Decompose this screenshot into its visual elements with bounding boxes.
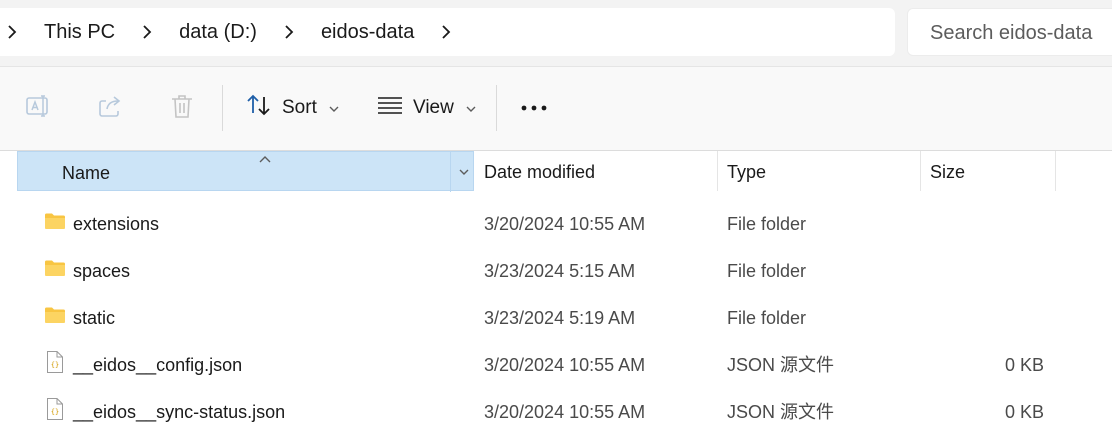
svg-text:{}: {}: [51, 361, 59, 369]
chevron-down-icon: [466, 97, 476, 119]
file-row-sync-status-json[interactable]: {} __eidos__sync-status.json 3/20/2024 1…: [0, 388, 1112, 435]
breadcrumb-this-pc[interactable]: This PC: [30, 8, 129, 56]
delete-icon: [169, 92, 195, 125]
share-button[interactable]: [90, 88, 130, 128]
file-name: __eidos__sync-status.json: [73, 402, 286, 422]
chevron-right-icon[interactable]: [432, 8, 460, 56]
sort-button[interactable]: Sort: [246, 88, 339, 128]
json-file-icon: {}: [46, 350, 64, 379]
view-icon: [377, 95, 403, 121]
column-name-label: Name: [62, 163, 111, 183]
breadcrumb-data-drive[interactable]: data (D:): [165, 8, 271, 56]
file-date: 3/20/2024 10:55 AM: [484, 214, 646, 234]
file-name: static: [73, 308, 116, 328]
search-input[interactable]: Search eidos-data: [907, 8, 1112, 56]
file-date: 3/20/2024 10:55 AM: [484, 355, 646, 375]
file-size: 0 KB: [1004, 402, 1044, 422]
file-date: 3/23/2024 5:15 AM: [484, 261, 636, 281]
rename-button[interactable]: [18, 88, 58, 128]
column-type-label[interactable]: Type: [727, 162, 766, 183]
command-bar: Sort View: [0, 67, 1112, 151]
column-divider[interactable]: [920, 151, 921, 191]
sort-icon: [246, 93, 272, 123]
file-type: JSON 源文件: [727, 402, 835, 422]
folder-icon: [44, 306, 66, 329]
file-row-static[interactable]: static 3/23/2024 5:19 AM File folder: [0, 294, 1112, 341]
rename-icon: [24, 92, 52, 125]
view-label: View: [413, 97, 454, 118]
breadcrumb-eidos-data[interactable]: eidos-data: [307, 8, 428, 56]
chevron-down-icon: [329, 97, 339, 119]
file-size: 0 KB: [1004, 355, 1044, 375]
svg-text:{}: {}: [51, 408, 59, 416]
file-list: Name Date modified Type Size extensions …: [0, 151, 1112, 441]
sort-ascending-icon: [258, 150, 272, 168]
more-options-button[interactable]: [514, 88, 554, 128]
file-date: 3/23/2024 5:19 AM: [484, 308, 636, 328]
column-date-label[interactable]: Date modified: [484, 162, 595, 183]
chevron-right-icon[interactable]: [0, 8, 26, 56]
file-date: 3/20/2024 10:55 AM: [484, 402, 646, 422]
toolbar-divider: [496, 85, 497, 131]
file-type: File folder: [727, 308, 807, 328]
column-divider[interactable]: [1055, 151, 1056, 191]
column-dropdown-icon[interactable]: [450, 152, 476, 192]
more-icon: [520, 99, 548, 117]
delete-button[interactable]: [162, 88, 202, 128]
file-name: spaces: [73, 261, 131, 281]
file-row-spaces[interactable]: spaces 3/23/2024 5:15 AM File folder: [0, 247, 1112, 294]
file-type: File folder: [727, 261, 807, 281]
folder-icon: [44, 259, 66, 282]
address-bar[interactable]: This PC data (D:) eidos-data: [0, 8, 895, 56]
view-button[interactable]: View: [377, 88, 476, 128]
chevron-right-icon[interactable]: [133, 8, 161, 56]
file-name: __eidos__config.json: [73, 355, 243, 375]
file-type: JSON 源文件: [727, 355, 835, 375]
address-bar-row: This PC data (D:) eidos-data Search eido…: [0, 0, 1112, 67]
file-row-extensions[interactable]: extensions 3/20/2024 10:55 AM File folde…: [0, 200, 1112, 247]
file-type: File folder: [727, 214, 807, 234]
json-file-icon: {}: [46, 397, 64, 426]
column-header-name[interactable]: Name: [17, 150, 476, 192]
share-icon: [96, 92, 124, 125]
file-row-config-json[interactable]: {} __eidos__config.json 3/20/2024 10:55 …: [0, 341, 1112, 388]
column-size-label[interactable]: Size: [930, 162, 965, 183]
sort-label: Sort: [282, 97, 317, 118]
folder-icon: [44, 212, 66, 235]
chevron-right-icon[interactable]: [275, 8, 303, 56]
column-divider[interactable]: [717, 151, 718, 191]
file-name: extensions: [73, 214, 160, 234]
toolbar-divider: [222, 85, 223, 131]
